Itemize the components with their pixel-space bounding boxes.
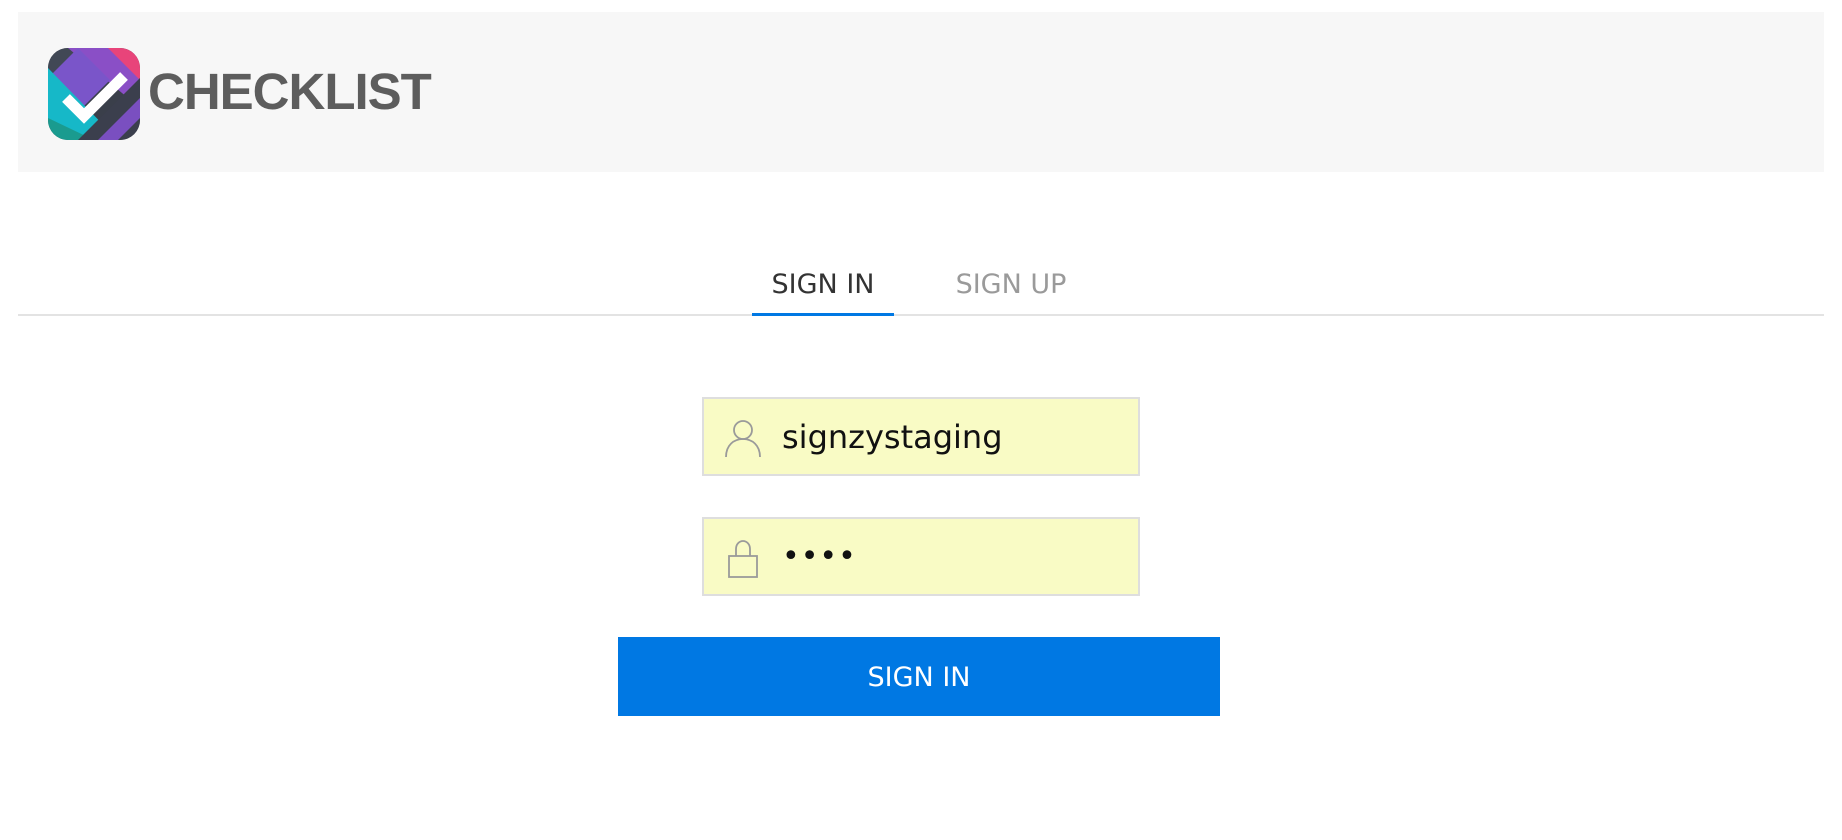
password-input[interactable] (782, 519, 1122, 594)
username-input[interactable] (782, 399, 1122, 474)
user-icon (725, 420, 761, 458)
lock-icon (728, 540, 758, 578)
tab-sign-up[interactable]: SIGN UP (938, 270, 1084, 314)
active-tab-indicator (752, 313, 894, 316)
login-page: CHECKLIST SIGN IN SIGN UP SIGN IN (0, 0, 1842, 840)
checklist-logo-icon (48, 48, 140, 140)
header-bar: CHECKLIST (18, 12, 1824, 172)
password-field[interactable] (702, 517, 1140, 596)
username-field[interactable] (702, 397, 1140, 476)
tabs-divider (18, 314, 1824, 316)
sign-in-button[interactable]: SIGN IN (618, 637, 1220, 716)
tab-sign-in[interactable]: SIGN IN (752, 270, 894, 314)
app-title: CHECKLIST (148, 63, 432, 120)
